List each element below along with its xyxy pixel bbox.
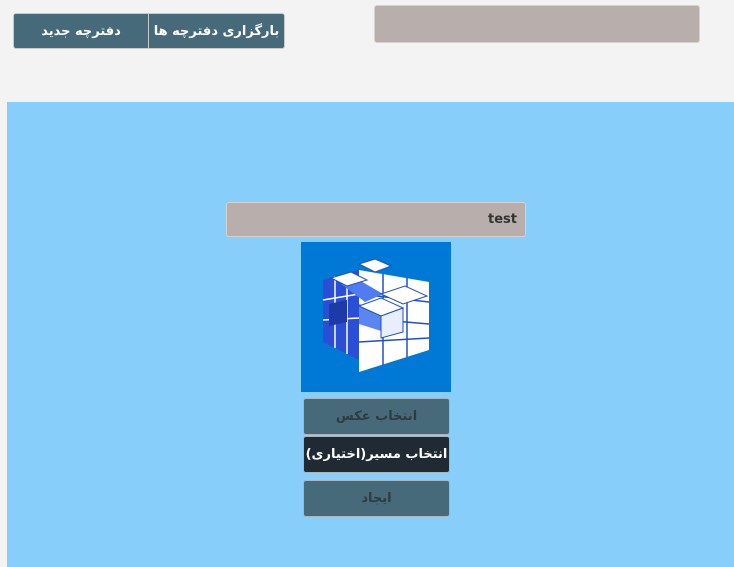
notebook-name-input[interactable] — [226, 202, 526, 237]
top-bar: دفترچه جدید بارگزاری دفترچه ها — [0, 0, 734, 102]
create-button[interactable]: ایجاد — [303, 480, 450, 517]
search-input[interactable] — [374, 5, 700, 43]
create-notebook-panel: انتخاب عکس انتخاب مسیر(اختیاری) ایجاد — [7, 102, 734, 567]
load-notebooks-button[interactable]: بارگزاری دفترچه ها — [148, 13, 285, 49]
cube-icon — [322, 258, 430, 372]
notebook-button-group: دفترچه جدید بارگزاری دفترچه ها — [13, 13, 285, 49]
new-notebook-button[interactable]: دفترچه جدید — [13, 13, 149, 49]
choose-image-button[interactable]: انتخاب عکس — [303, 398, 450, 435]
notebook-image-preview — [301, 242, 451, 392]
choose-path-button[interactable]: انتخاب مسیر(اختیاری) — [303, 436, 450, 473]
